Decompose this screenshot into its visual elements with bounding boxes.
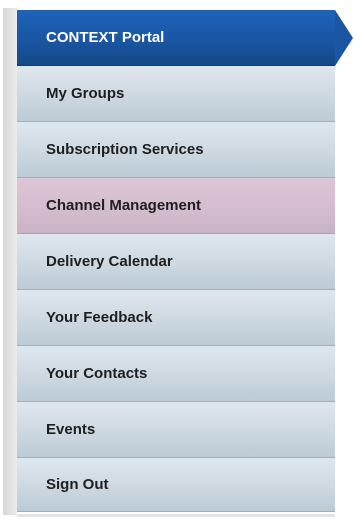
nav-item-sign-out[interactable]: Sign Out bbox=[17, 458, 335, 512]
nav-item-your-feedback[interactable]: Your Feedback bbox=[17, 290, 335, 346]
nav-item-label: Delivery Calendar bbox=[46, 253, 173, 270]
nav-item-your-contacts[interactable]: Your Contacts bbox=[17, 346, 335, 402]
nav-item-channel-management[interactable]: Channel Management bbox=[17, 178, 335, 234]
nav-item-label: Your Contacts bbox=[46, 365, 148, 382]
nav-item-delivery-calendar[interactable]: Delivery Calendar bbox=[17, 234, 335, 290]
nav-item-my-groups[interactable]: My Groups bbox=[17, 66, 335, 122]
nav-item-subscription-services[interactable]: Subscription Services bbox=[17, 122, 335, 178]
nav-item-events[interactable]: Events bbox=[17, 402, 335, 458]
nav-item-label: My Groups bbox=[46, 85, 125, 102]
side-navigation: CONTEXT Portal My Groups Subscription Se… bbox=[0, 0, 355, 519]
nav-item-label: Your Feedback bbox=[46, 309, 153, 326]
nav-menu: CONTEXT Portal My Groups Subscription Se… bbox=[17, 10, 353, 512]
nav-left-strip bbox=[3, 8, 17, 515]
nav-item-label: Channel Management bbox=[46, 197, 202, 214]
nav-item-label: Subscription Services bbox=[46, 141, 204, 158]
nav-item-label: Events bbox=[46, 421, 96, 438]
nav-bottom-shadow bbox=[17, 514, 335, 517]
nav-item-label: Sign Out bbox=[46, 476, 109, 493]
active-arrow-icon bbox=[335, 10, 353, 66]
nav-item-context-portal[interactable]: CONTEXT Portal bbox=[17, 10, 353, 66]
nav-item-label: CONTEXT Portal bbox=[46, 29, 165, 46]
